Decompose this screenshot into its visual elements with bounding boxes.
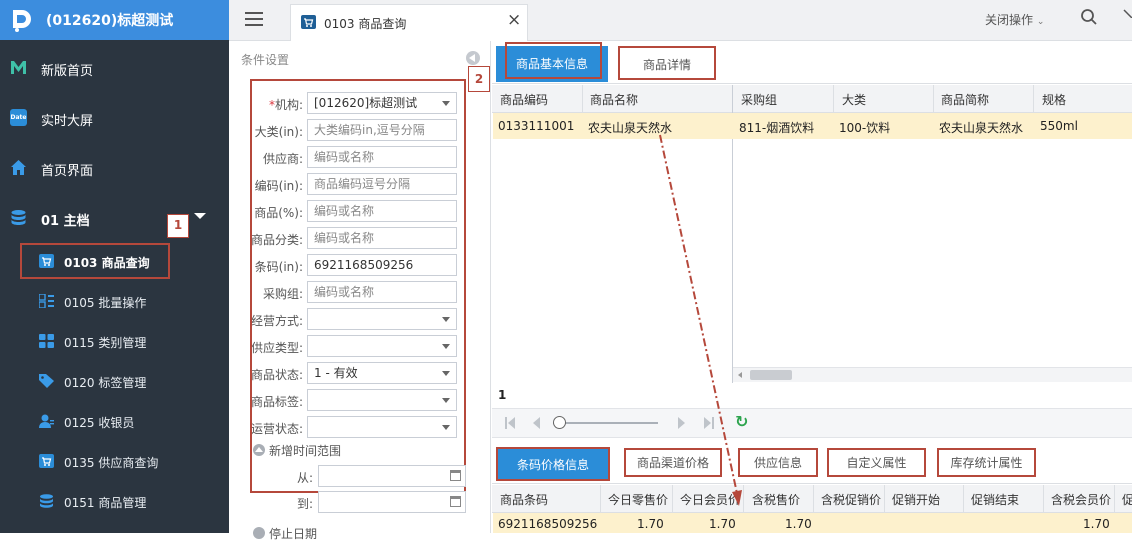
annotation-arrow bbox=[659, 134, 742, 506]
